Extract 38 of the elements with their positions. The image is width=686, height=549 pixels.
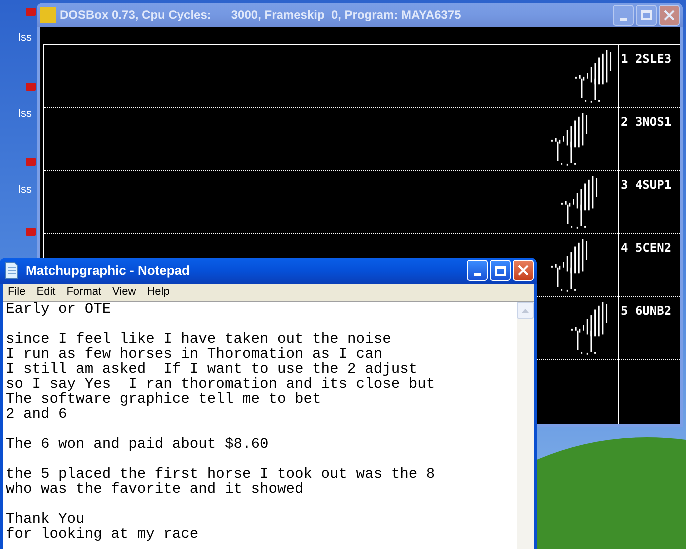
notepad-icon [4, 262, 20, 280]
text-line: for looking at my race [6, 528, 200, 543]
horse-label: 2 3NOS1 [620, 115, 672, 129]
window-title: Matchupgraphic - Notepad [26, 262, 191, 280]
horse-label: 4 5CEN2 [620, 241, 672, 255]
dosbox-logo-icon [40, 7, 56, 23]
close-icon [518, 265, 529, 276]
horse-label: 3 4SUP1 [620, 178, 672, 192]
horse-label: 1 2SLE3 [620, 52, 672, 66]
horse-label: 5 6UNB2 [620, 304, 672, 318]
desktop-file-icon[interactable] [26, 83, 36, 91]
text-line: Thank You [6, 513, 85, 528]
text-line: The 6 won and paid about $8.60 [6, 438, 270, 453]
scrollbar[interactable] [517, 302, 534, 549]
window-title: DOSBox 0.73, Cpu Cycles: 3000, Frameskip 0, Program: MAYA6375 [60, 7, 462, 24]
menu-item[interactable]: View [110, 284, 140, 301]
up-arrow-icon [522, 308, 529, 312]
menu-item[interactable]: Format [64, 284, 105, 301]
menu-item[interactable]: Help [144, 284, 173, 301]
desktop-file-icon[interactable] [26, 8, 36, 16]
close-icon [664, 10, 675, 20]
menu-item[interactable]: File [5, 284, 29, 301]
text-line: 2 and 6 [6, 408, 68, 423]
text-line: the 5 placed the first horse I took out was the 8 [6, 468, 436, 483]
scroll-up-button[interactable] [517, 302, 534, 319]
desktop-file-icon[interactable] [26, 228, 36, 236]
desktop-icon-label[interactable]: Iss [18, 30, 32, 46]
text-line: I still am asked If I want to use the 2 adjust [6, 363, 418, 378]
text-line: since I feel like I have taken out the noise [6, 333, 392, 348]
text-line: Early or OTE [6, 303, 112, 318]
desktop-icon-label[interactable]: Iss [18, 182, 32, 198]
text-line: who was the favorite and it showed [6, 483, 305, 498]
text-line: so I say Yes I ran thoromation and its close but [6, 378, 436, 393]
desktop-icon-label[interactable]: Iss [18, 106, 32, 122]
text-line: The software graphice tell me to bet [6, 393, 322, 408]
text-line: I run as few horses in Thoromation as I can [6, 348, 383, 363]
desktop-file-icon[interactable] [26, 158, 36, 166]
menu-item[interactable]: Edit [34, 284, 59, 301]
